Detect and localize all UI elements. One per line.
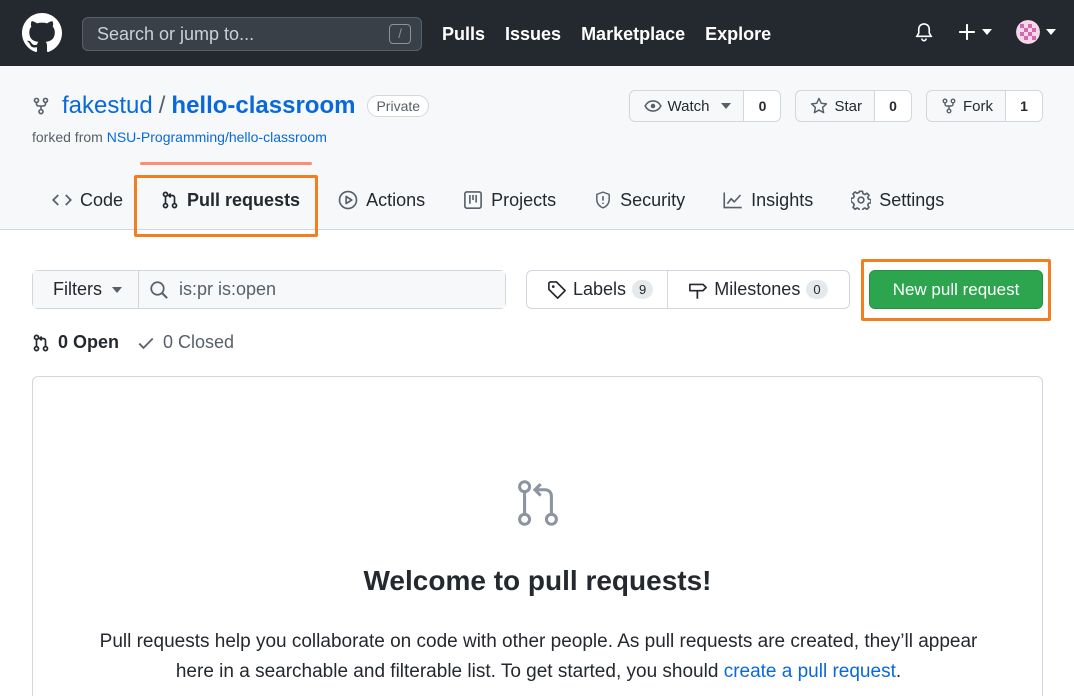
graph-icon (723, 192, 742, 209)
visibility-badge: Private (367, 95, 430, 117)
create-new-dropdown[interactable] (958, 23, 992, 41)
tab-label: Insights (751, 189, 814, 210)
nav-pulls[interactable]: Pulls (442, 22, 485, 46)
tab-code[interactable]: Code (40, 182, 135, 218)
repo-title: fakestud / hello-classroom Private (32, 92, 430, 120)
search-icon (150, 280, 168, 299)
nav-marketplace[interactable]: Marketplace (581, 22, 685, 46)
search-placeholder: Search or jump to... (97, 23, 255, 44)
pr-state-toggle: 0 Open 0 Closed (32, 332, 234, 353)
fork-label: Fork (963, 97, 993, 115)
repo-path-separator: / (158, 92, 166, 119)
blankslate-description: Pull requests help you collaborate on co… (93, 627, 984, 687)
search-query: is:pr is:open (179, 279, 277, 299)
gear-icon (851, 190, 872, 210)
plus-icon (959, 24, 975, 40)
nav-explore[interactable]: Explore (705, 22, 771, 46)
chevron-down-icon (1046, 29, 1056, 35)
forked-from-line: forked from NSU-Programming/hello-classr… (32, 129, 327, 145)
fork-button[interactable]: Fork (927, 91, 1006, 121)
blankslate-title: Welcome to pull requests! (363, 565, 712, 596)
shield-icon (596, 191, 611, 209)
code-icon (52, 194, 72, 206)
filters-label: Filters (53, 279, 102, 299)
bell-icon[interactable] (914, 21, 934, 43)
tab-label: Code (80, 189, 124, 210)
blankslate: Welcome to pull requests! Pull requests … (32, 376, 1043, 696)
watch-button[interactable]: Watch (630, 91, 745, 121)
repo-owner-link[interactable]: fakestud (62, 92, 153, 120)
forked-from-link[interactable]: NSU-Programming/hello-classroom (107, 129, 327, 145)
open-prs-label: 0 Open (58, 332, 120, 352)
nav-issues[interactable]: Issues (505, 22, 561, 46)
filter-bar: Filters is:pr is:open (32, 270, 506, 309)
milestones-label: Milestones (714, 279, 801, 299)
create-pull-request-link[interactable]: create a pull request (724, 661, 896, 682)
watch-label: Watch (667, 97, 710, 115)
labels-button[interactable]: Labels 9 (527, 271, 667, 308)
tag-icon (548, 280, 566, 299)
tab-actions[interactable]: Actions (326, 182, 437, 218)
star-count[interactable]: 0 (875, 91, 911, 121)
forked-from-prefix: forked from (32, 129, 103, 145)
tab-projects[interactable]: Projects (451, 182, 568, 218)
star-button[interactable]: Star (796, 91, 875, 121)
tab-settings[interactable]: Settings (839, 182, 956, 218)
open-prs-link[interactable]: 0 Open (32, 332, 119, 353)
repo-forked-icon (942, 98, 956, 114)
chevron-down-icon (112, 286, 122, 293)
table-icon (464, 191, 483, 209)
tab-insights[interactable]: Insights (711, 182, 825, 218)
milestones-count: 0 (806, 280, 828, 299)
tab-label: Security (620, 189, 686, 210)
search-pull-requests-input[interactable]: is:pr is:open (139, 271, 505, 308)
filters-dropdown[interactable]: Filters (33, 271, 139, 308)
highlight-box-new-pull-request (861, 259, 1051, 321)
watch-button-group: Watch 0 (628, 90, 782, 122)
global-header: Search or jump to... / Pulls Issues Mark… (0, 0, 1074, 66)
user-menu-dropdown[interactable] (1016, 20, 1056, 44)
blankslate-text-end: . (895, 661, 902, 682)
header-actions (914, 20, 1056, 44)
repo-forked-icon (33, 97, 49, 115)
star-button-group: Star 0 (795, 90, 912, 122)
closed-prs-label: 0 Closed (163, 332, 235, 352)
labels-label: Labels (573, 279, 627, 299)
labels-milestones-group: Labels 9 Milestones 0 (526, 270, 850, 309)
watch-count[interactable]: 0 (744, 91, 781, 121)
closed-prs-link[interactable]: 0 Closed (137, 332, 234, 353)
avatar (1016, 20, 1040, 44)
star-icon (811, 97, 828, 114)
tab-label: Projects (491, 189, 557, 210)
tab-label: Settings (879, 189, 945, 210)
global-nav: Pulls Issues Marketplace Explore (442, 22, 771, 46)
star-label: Star (834, 97, 862, 115)
highlight-box-pull-requests-tab (134, 175, 318, 237)
eye-icon (643, 100, 662, 112)
search-shortcut-key: / (389, 24, 411, 44)
milestone-icon (689, 283, 708, 299)
milestones-button[interactable]: Milestones 0 (667, 271, 841, 308)
github-logo-icon[interactable] (22, 13, 62, 53)
selected-tab-underline (140, 162, 312, 165)
fork-button-group: Fork 1 (926, 90, 1043, 122)
search-input[interactable]: Search or jump to... / (82, 17, 422, 51)
git-pull-request-icon (518, 480, 558, 526)
tab-label: Actions (366, 189, 426, 210)
tab-security[interactable]: Security (582, 182, 697, 218)
repo-name-link[interactable]: hello-classroom (171, 92, 355, 120)
git-pull-request-icon (33, 334, 49, 351)
chevron-down-icon (721, 103, 732, 109)
repo-actions: Watch 0 Star 0 Fork 1 (628, 90, 1043, 122)
labels-count: 9 (632, 280, 654, 299)
check-icon (138, 337, 154, 349)
play-icon (338, 190, 358, 210)
fork-count[interactable]: 1 (1006, 91, 1042, 121)
chevron-down-icon (982, 29, 992, 35)
